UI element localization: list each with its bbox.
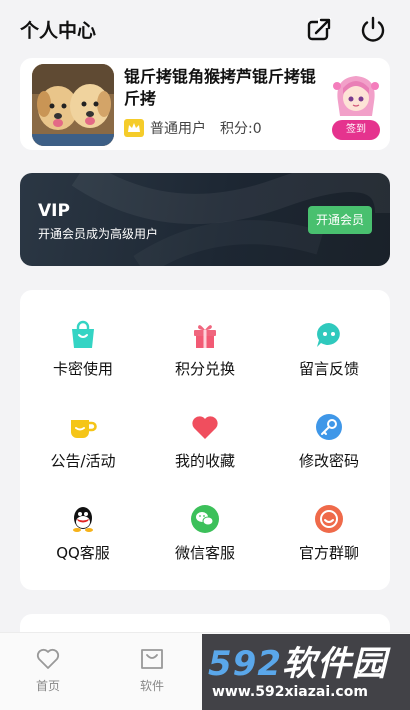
user-level-row: 普通用户 积分:0	[124, 118, 262, 138]
group-icon	[315, 505, 343, 533]
menu-item-label: 官方群聊	[298, 544, 359, 562]
chat-icon	[317, 323, 340, 347]
open-vip-button[interactable]: 开通会员	[308, 206, 372, 234]
menu-item-qq-service[interactable]: QQ客服	[22, 504, 142, 584]
anime-girl-icon	[333, 76, 379, 116]
menu-item-label: 我的收藏	[174, 452, 235, 470]
menu-item-label: 修改密码	[298, 452, 359, 470]
key-icon	[316, 414, 342, 440]
signin-widget[interactable]: 签到	[328, 72, 384, 140]
menu-item-card-key[interactable]: 卡密使用	[22, 320, 142, 400]
wechat-icon	[191, 505, 219, 533]
site-watermark: 592软件园 www.592xiazai.com	[202, 634, 410, 710]
menu-item-change-password[interactable]: 修改密码	[268, 412, 388, 492]
vip-title: VIP	[38, 201, 70, 221]
menu-item-label: 卡密使用	[52, 360, 113, 378]
username: 锟斤拷锟角猴拷芦锟斤拷锟斤拷	[124, 67, 317, 108]
crown-icon	[124, 119, 144, 137]
profile-card[interactable]: 锟斤拷锟角猴拷芦锟斤拷锟斤拷 普通用户 积分:0 签到	[20, 58, 390, 150]
avatar[interactable]	[32, 64, 114, 146]
watermark-logo: 592软件园	[208, 636, 387, 685]
bag-outline-icon	[141, 649, 163, 669]
gift-icon	[194, 325, 216, 348]
heart-icon	[192, 416, 218, 439]
menu-item-label: 留言反馈	[298, 360, 359, 378]
tab-label: 首页	[35, 679, 60, 693]
signin-button[interactable]: 签到	[332, 120, 380, 140]
menu-item-label: QQ客服	[56, 544, 110, 562]
watermark-number: 592	[208, 644, 282, 684]
menu-item-announcements[interactable]: 公告/活动	[22, 412, 142, 492]
cup-icon	[71, 420, 97, 438]
tab-label: 软件	[139, 679, 164, 693]
feature-grid: 卡密使用 积分兑换 留言反馈 公告/活动 我的收藏 修改密码 QQ客服 微信客服…	[20, 290, 390, 590]
tab-software[interactable]: 软件	[122, 647, 182, 694]
menu-item-points-exchange[interactable]: 积分兑换	[144, 320, 264, 400]
vip-subtitle: 开通会员成为高级用户	[38, 227, 159, 241]
tab-home[interactable]: 首页	[18, 647, 78, 694]
menu-item-official-group[interactable]: 官方群聊	[268, 504, 388, 584]
top-bar: 个人中心	[0, 0, 410, 58]
menu-item-favorites[interactable]: 我的收藏	[144, 412, 264, 492]
share-icon[interactable]	[304, 14, 334, 44]
watermark-brand: 软件园	[281, 644, 387, 684]
bag-icon	[72, 320, 94, 348]
page-title: 个人中心	[20, 20, 97, 42]
menu-item-feedback[interactable]: 留言反馈	[268, 320, 388, 400]
qq-icon	[73, 507, 93, 532]
menu-item-label: 微信客服	[174, 544, 235, 562]
menu-item-wechat-service[interactable]: 微信客服	[144, 504, 264, 584]
menu-item-label: 公告/活动	[50, 452, 116, 470]
user-points: 积分:0	[220, 121, 262, 137]
power-icon[interactable]	[358, 14, 388, 44]
user-level: 普通用户	[150, 121, 206, 137]
heart-outline-icon	[36, 648, 60, 669]
menu-item-label: 积分兑换	[174, 360, 235, 378]
watermark-url: www.592xiazai.com	[212, 684, 368, 700]
vip-banner[interactable]: VIP 开通会员成为高级用户 开通会员	[20, 173, 390, 266]
